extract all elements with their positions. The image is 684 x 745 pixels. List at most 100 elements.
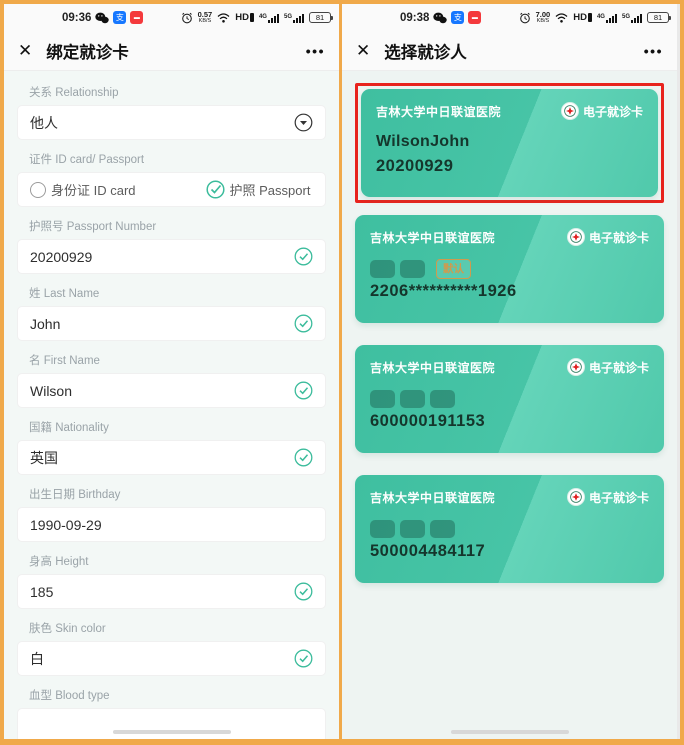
- hospital-logo-icon: [561, 102, 579, 120]
- valid-check-icon: [294, 582, 313, 601]
- field-skin-color: 肤色 Skin color 白: [17, 620, 326, 676]
- nationality-input[interactable]: 英国: [17, 440, 326, 475]
- radio-selected-check-icon: [206, 180, 225, 199]
- status-bar-left: 09:36 支 ▬ 0.57KB/S HD 4G 5G 81: [4, 4, 339, 31]
- clock-time: 09:36: [62, 12, 91, 24]
- alarm-clock-icon: [181, 12, 193, 24]
- signal-5g-icon: 5G: [622, 13, 642, 23]
- field-label: 身高 Height: [29, 553, 326, 569]
- hd-volte-icon: HD: [235, 12, 254, 23]
- red-app-icon: ▬: [130, 11, 143, 24]
- hd-volte-icon: HD: [573, 12, 592, 23]
- field-birthday: 出生日期 Birthday 1990-09-29: [17, 486, 326, 542]
- more-menu-icon[interactable]: •••: [644, 43, 663, 59]
- close-icon[interactable]: ✕: [18, 41, 32, 61]
- redacted-name: [370, 260, 395, 278]
- id-type-radio-group: 身份证 ID card 护照 Passport: [17, 172, 326, 207]
- hospital-logo-icon: [567, 488, 585, 506]
- chevron-down-icon[interactable]: [294, 113, 313, 132]
- hospital-name: 吉林大学中日联谊医院: [370, 359, 567, 376]
- field-label: 国籍 Nationality: [29, 419, 326, 435]
- card-number: 600000191153: [370, 412, 649, 431]
- status-bar-right: 09:38 支 ▬ 7.00KB/S HD 4G 5G 81: [342, 4, 677, 31]
- ecard-label: 电子就诊卡: [583, 103, 643, 120]
- height-input[interactable]: 185: [17, 574, 326, 609]
- redacted-name: [400, 520, 425, 538]
- page-title: 绑定就诊卡: [46, 39, 129, 63]
- field-label: 护照号 Passport Number: [29, 218, 326, 234]
- page-title: 选择就诊人: [384, 39, 467, 63]
- wifi-icon: [555, 13, 568, 23]
- valid-check-icon: [294, 448, 313, 467]
- clock-time: 09:38: [400, 12, 429, 24]
- redacted-name: [370, 520, 395, 538]
- ecard-label: 电子就诊卡: [589, 359, 649, 376]
- patient-name: WilsonJohn: [376, 133, 643, 151]
- network-speed: 0.57KB/S: [198, 11, 213, 24]
- selected-card-highlight: 吉林大学中日联谊医院 电子就诊卡 WilsonJohn 20200929: [355, 83, 664, 203]
- home-indicator[interactable]: [113, 730, 231, 734]
- red-app-icon: ▬: [468, 11, 481, 24]
- redacted-name: [430, 390, 455, 408]
- panel-bind-card: 09:36 支 ▬ 0.57KB/S HD 4G 5G 81 ✕ 绑定就诊卡 •…: [4, 4, 339, 739]
- card-number: 500004484117: [370, 542, 649, 561]
- field-passport-number: 护照号 Passport Number 20200929: [17, 218, 326, 274]
- battery-icon: 81: [647, 12, 669, 23]
- wechat-icon: [433, 12, 447, 24]
- birthday-input[interactable]: 1990-09-29: [17, 507, 326, 542]
- redacted-name: [430, 520, 455, 538]
- last-name-input[interactable]: John: [17, 306, 326, 341]
- radio-unselected-icon: [30, 182, 46, 198]
- field-label: 血型 Blood type: [29, 687, 326, 703]
- field-id-type: 证件 ID card/ Passport 身份证 ID card 护照 Pass…: [17, 151, 326, 207]
- screenshot-frame: 09:36 支 ▬ 0.57KB/S HD 4G 5G 81 ✕ 绑定就诊卡 •…: [0, 0, 684, 745]
- card-number: 20200929: [376, 157, 643, 176]
- radio-id-card[interactable]: 身份证 ID card: [30, 180, 136, 199]
- signal-4g-icon: 4G: [259, 13, 279, 23]
- nav-bar-right: ✕ 选择就诊人 •••: [342, 31, 677, 71]
- field-label: 姓 Last Name: [29, 285, 326, 301]
- nav-bar-left: ✕ 绑定就诊卡 •••: [4, 31, 339, 71]
- alipay-icon: 支: [113, 11, 126, 24]
- first-name-input[interactable]: Wilson: [17, 373, 326, 408]
- signal-4g-icon: 4G: [597, 13, 617, 23]
- alarm-clock-icon: [519, 12, 531, 24]
- wechat-icon: [95, 12, 109, 24]
- redacted-name: [370, 390, 395, 408]
- field-relationship: 关系 Relationship 他人: [17, 84, 326, 140]
- field-label: 肤色 Skin color: [29, 620, 326, 636]
- field-label: 关系 Relationship: [29, 84, 326, 100]
- relationship-select[interactable]: 他人: [17, 105, 326, 140]
- skin-color-input[interactable]: 白: [17, 641, 326, 676]
- card-number: 2206**********1926: [370, 282, 649, 301]
- radio-passport[interactable]: 护照 Passport: [206, 180, 311, 199]
- patient-card-4[interactable]: 吉林大学中日联谊医院 电子就诊卡 500004484117: [355, 475, 664, 583]
- network-speed: 7.00KB/S: [536, 11, 551, 24]
- ecard-label: 电子就诊卡: [589, 489, 649, 506]
- valid-check-icon: [294, 649, 313, 668]
- patient-card-3[interactable]: 吉林大学中日联谊医院 电子就诊卡 600000191153: [355, 345, 664, 453]
- close-icon[interactable]: ✕: [356, 41, 370, 61]
- patient-card-wilson[interactable]: 吉林大学中日联谊医院 电子就诊卡 WilsonJohn 20200929: [361, 89, 658, 197]
- patient-card-default[interactable]: 吉林大学中日联谊医院 电子就诊卡 默认 2206**********1926: [355, 215, 664, 323]
- field-label: 证件 ID card/ Passport: [29, 151, 326, 167]
- more-menu-icon[interactable]: •••: [306, 43, 325, 59]
- signal-5g-icon: 5G: [284, 13, 304, 23]
- blood-type-input[interactable]: [17, 708, 326, 739]
- field-first-name: 名 First Name Wilson: [17, 352, 326, 408]
- hospital-logo-icon: [567, 358, 585, 376]
- alipay-icon: 支: [451, 11, 464, 24]
- field-label: 名 First Name: [29, 352, 326, 368]
- home-indicator[interactable]: [451, 730, 569, 734]
- wifi-icon: [217, 13, 230, 23]
- valid-check-icon: [294, 314, 313, 333]
- passport-number-input[interactable]: 20200929: [17, 239, 326, 274]
- hospital-name: 吉林大学中日联谊医院: [370, 489, 567, 506]
- bind-card-form: 关系 Relationship 他人 证件 ID card/ Passport …: [4, 71, 339, 739]
- redacted-name: [400, 390, 425, 408]
- panel-select-patient: 09:38 支 ▬ 7.00KB/S HD 4G 5G 81 ✕ 选择就诊人 •…: [342, 4, 680, 739]
- ecard-label: 电子就诊卡: [589, 229, 649, 246]
- field-height: 身高 Height 185: [17, 553, 326, 609]
- hospital-name: 吉林大学中日联谊医院: [376, 103, 561, 120]
- field-last-name: 姓 Last Name John: [17, 285, 326, 341]
